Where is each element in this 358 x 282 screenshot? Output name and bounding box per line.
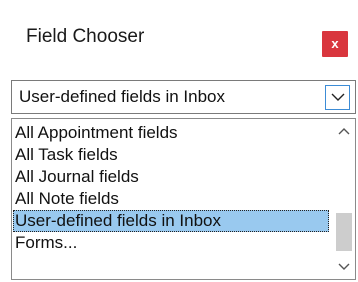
scroll-down-button[interactable]	[333, 257, 355, 277]
list-item[interactable]: All Appointment fields	[13, 122, 329, 144]
vertical-scrollbar[interactable]	[333, 119, 355, 279]
chevron-down-icon	[338, 263, 350, 270]
scroll-up-button[interactable]	[333, 121, 355, 141]
scroll-thumb[interactable]	[336, 213, 352, 251]
close-button[interactable]: x	[322, 31, 348, 57]
dropdown-toggle-button[interactable]	[325, 85, 350, 110]
list-items: All Appointment fields All Task fields A…	[12, 119, 332, 279]
chevron-up-icon	[338, 128, 350, 135]
field-category-dropdown[interactable]: User-defined fields in Inbox	[11, 80, 356, 114]
field-category-list[interactable]: All Appointment fields All Task fields A…	[11, 118, 356, 280]
list-item[interactable]: Forms...	[13, 232, 329, 254]
chevron-down-icon	[331, 93, 344, 101]
list-item-selected[interactable]: User-defined fields in Inbox	[13, 210, 329, 232]
list-item[interactable]: All Journal fields	[13, 166, 329, 188]
list-item[interactable]: All Task fields	[13, 144, 329, 166]
dropdown-selected-value: User-defined fields in Inbox	[19, 87, 226, 106]
field-chooser-window: Field Chooser x User-defined fields in I…	[0, 0, 358, 282]
list-item[interactable]: All Note fields	[13, 188, 329, 210]
window-title: Field Chooser	[26, 26, 145, 47]
close-icon: x	[331, 36, 339, 51]
